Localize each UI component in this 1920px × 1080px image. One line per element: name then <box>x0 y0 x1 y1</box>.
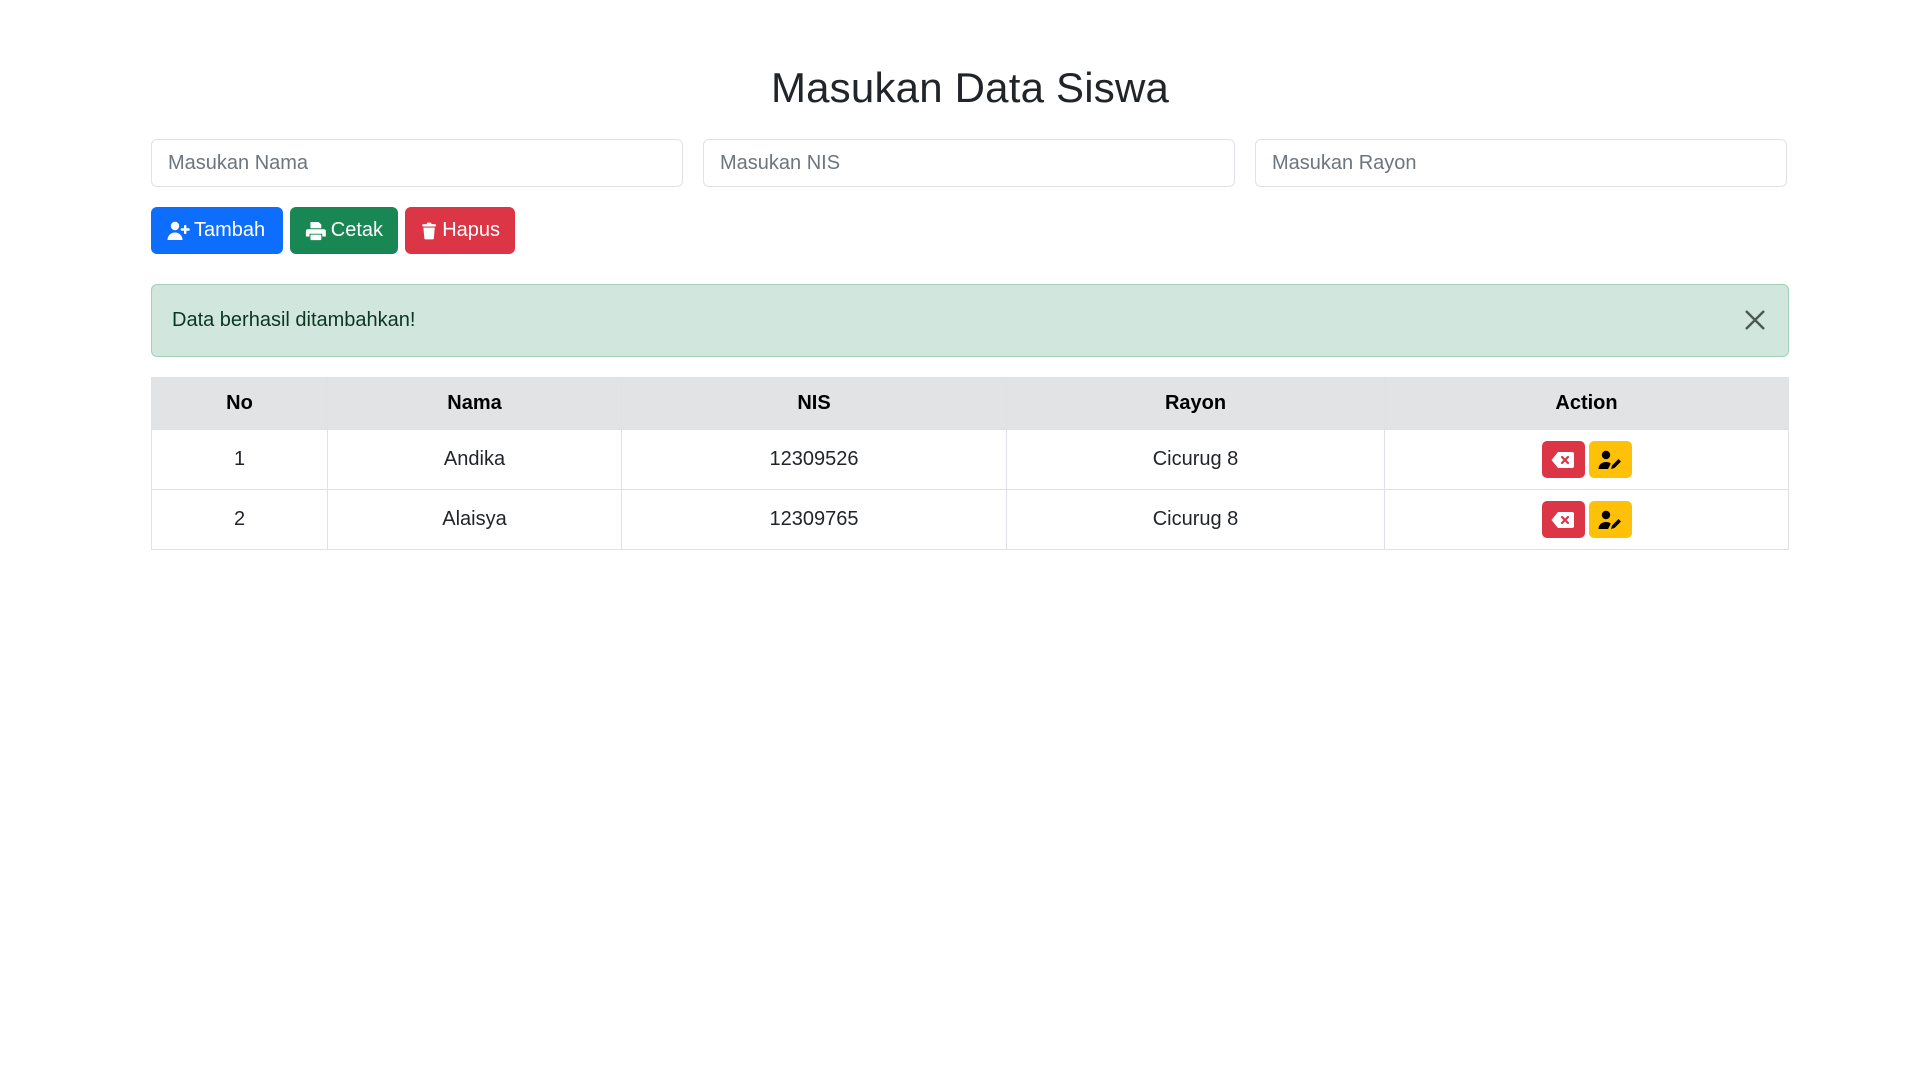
action-buttons: Tambah Cetak Hapus <box>151 207 1789 254</box>
column-header-nama: Nama <box>327 377 622 430</box>
page-title: Masukan Data Siswa <box>770 64 1170 111</box>
user-edit-icon <box>1598 450 1621 469</box>
cell-action <box>1384 489 1789 550</box>
print-button-label: Cetak <box>330 219 383 241</box>
cell-no: 1 <box>151 429 328 490</box>
alert-message: Data berhasil ditambahkan! <box>172 309 416 331</box>
column-header-action: Action <box>1384 377 1789 430</box>
user-plus-icon <box>167 221 190 240</box>
column-header-rayon: Rayon <box>1006 377 1385 430</box>
cell-nis: 12309765 <box>621 489 1007 550</box>
delete-row-button[interactable] <box>1541 501 1585 538</box>
print-button[interactable]: Cetak <box>290 207 398 254</box>
column-header-no: No <box>151 377 328 430</box>
success-alert: Data berhasil ditambahkan! <box>151 284 1789 357</box>
table-row: 1 Andika 12309526 Cicurug 8 <box>151 429 1789 490</box>
user-edit-icon <box>1598 510 1621 529</box>
column-header-nis: NIS <box>621 377 1007 430</box>
student-table: No Nama NIS Rayon Action 1 Andika 123095… <box>151 377 1789 550</box>
cell-nama: Alaisya <box>327 489 622 550</box>
printer-icon <box>305 221 326 240</box>
edit-row-button[interactable] <box>1588 501 1632 538</box>
nama-input[interactable] <box>151 139 683 187</box>
table-header-row: No Nama NIS Rayon Action <box>151 377 1789 430</box>
cell-action <box>1384 429 1789 490</box>
cell-nis: 12309526 <box>621 429 1007 490</box>
table-row: 2 Alaisya 12309765 Cicurug 8 <box>151 489 1789 550</box>
alert-close-button[interactable] <box>1742 307 1768 333</box>
cell-no: 2 <box>151 489 328 550</box>
cell-rayon: Cicurug 8 <box>1006 489 1385 550</box>
delete-row-button[interactable] <box>1541 441 1585 478</box>
backspace-icon <box>1551 511 1574 528</box>
backspace-icon <box>1551 451 1574 468</box>
rayon-input[interactable] <box>1255 139 1787 187</box>
trash-icon <box>422 222 436 239</box>
cell-rayon: Cicurug 8 <box>1006 429 1385 490</box>
delete-all-button[interactable]: Hapus <box>405 207 515 254</box>
input-row <box>151 139 1789 187</box>
delete-all-button-label: Hapus <box>442 219 500 241</box>
main-container: Masukan Data Siswa Tambah Cetak <box>151 0 1789 550</box>
cell-nama: Andika <box>327 429 622 490</box>
add-button[interactable]: Tambah <box>151 207 283 254</box>
nis-input[interactable] <box>703 139 1235 187</box>
add-button-label: Tambah <box>194 219 266 241</box>
close-icon <box>1745 310 1765 330</box>
edit-row-button[interactable] <box>1588 441 1632 478</box>
